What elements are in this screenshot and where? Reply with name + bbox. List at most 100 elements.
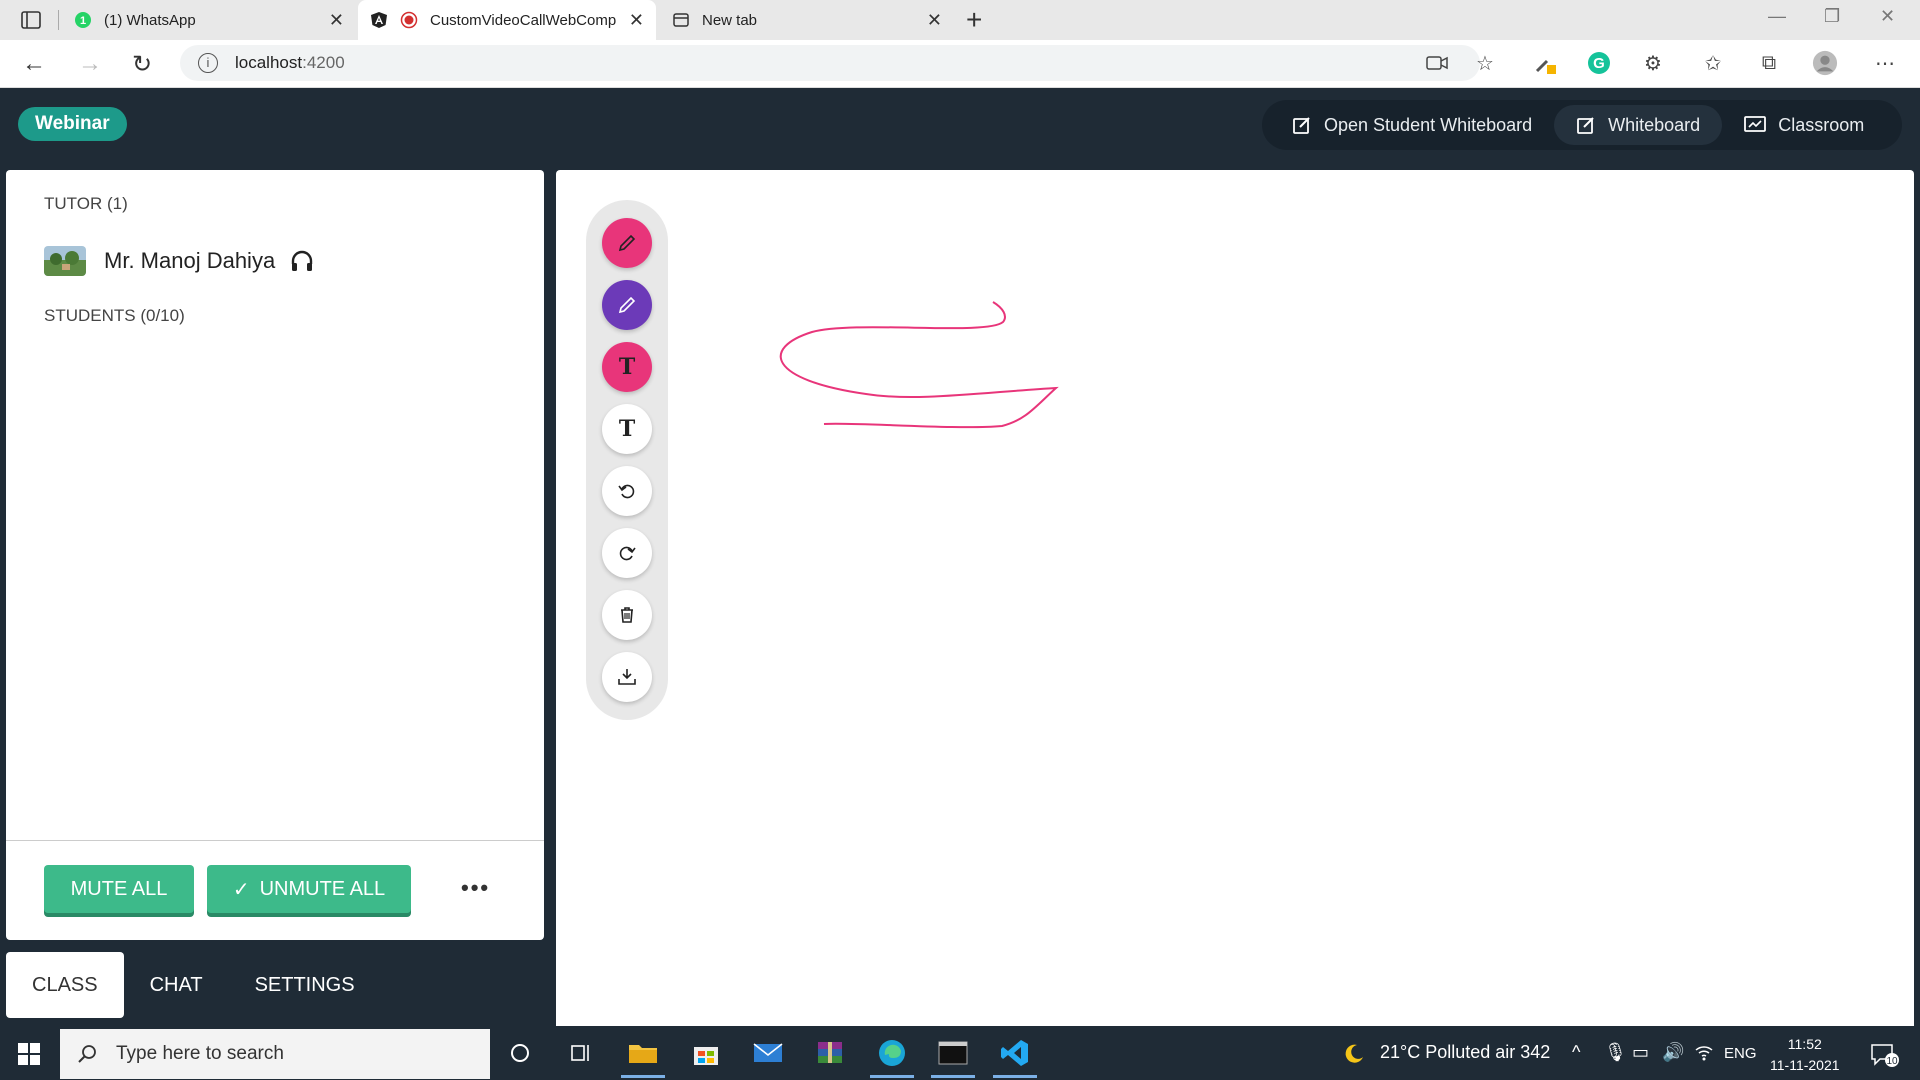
nav-whiteboard[interactable]: Whiteboard [1554, 105, 1723, 145]
close-icon[interactable]: ✕ [927, 10, 942, 31]
panel-footer: MUTE ALL ✓ UNMUTE ALL ••• [6, 840, 544, 940]
participants-panel: TUTOR (1) Mr. Manoj Dahiya STUDENTS (0/1… [6, 170, 544, 940]
windows-start-icon[interactable] [18, 1043, 40, 1065]
svg-text:G: G [1593, 55, 1605, 72]
whiteboard-canvas[interactable]: T T [556, 170, 1914, 1026]
vscode-icon[interactable] [993, 1038, 1037, 1078]
minimize-icon[interactable]: — [1768, 6, 1786, 27]
file-explorer-icon[interactable] [621, 1038, 665, 1078]
language-indicator[interactable]: ENG [1724, 1045, 1757, 1062]
add-favorite-icon[interactable]: ☆ [1472, 50, 1498, 76]
task-view-icon[interactable] [565, 1038, 597, 1068]
edit-icon [1293, 117, 1310, 134]
download-button[interactable] [602, 652, 652, 702]
browser-tabbar: 1 (1) WhatsApp ✕ CustomVideoCallWebComp … [0, 0, 1920, 40]
extensions-icon[interactable]: ⚙ [1640, 50, 1666, 76]
search-placeholder: Type here to search [116, 1043, 284, 1064]
classroom-icon [1744, 116, 1767, 132]
video-camera-icon[interactable] [1424, 50, 1450, 76]
info-icon[interactable]: i [198, 53, 218, 73]
tutor-item[interactable]: Mr. Manoj Dahiya [44, 246, 315, 276]
extension-eyedropper-icon[interactable] [1532, 50, 1558, 76]
edit-icon [1577, 117, 1594, 134]
tab-settings[interactable]: SETTINGS [229, 952, 381, 1018]
forward-icon[interactable]: → [78, 50, 102, 78]
avatar [44, 246, 86, 276]
unmute-all-button[interactable]: ✓ UNMUTE ALL [207, 865, 411, 913]
nav-open-student-whiteboard[interactable]: Open Student Whiteboard [1270, 105, 1554, 145]
show-hidden-icons[interactable]: ^ [1572, 1042, 1580, 1063]
students-section-label: STUDENTS (0/10) [44, 306, 185, 325]
weather-icon[interactable] [1342, 1042, 1366, 1071]
tab-actions-icon[interactable] [20, 10, 42, 30]
text-tool[interactable]: T [602, 404, 652, 454]
back-icon[interactable]: ← [22, 50, 46, 78]
more-menu-icon[interactable]: ⋯ [1872, 50, 1898, 76]
unmute-all-label: UNMUTE ALL [259, 877, 386, 900]
text-icon: T [618, 354, 636, 380]
close-icon[interactable]: ✕ [329, 10, 344, 31]
url-field[interactable]: i localhost:4200 [180, 45, 1480, 81]
weather-text[interactable]: 21°C Polluted air 342 [1380, 1042, 1550, 1063]
recording-icon [400, 11, 418, 29]
whatsapp-icon: 1 [74, 11, 92, 29]
window-close-icon[interactable]: ✕ [1880, 6, 1895, 27]
clock-time: 11:52 [1787, 1036, 1822, 1052]
mute-all-button[interactable]: MUTE ALL [44, 865, 194, 913]
tab-title: New tab [702, 11, 758, 29]
svg-text:1: 1 [80, 15, 86, 27]
restore-icon[interactable]: ❐ [1824, 6, 1840, 27]
microphone-icon[interactable]: 🎙 [1604, 1042, 1627, 1063]
battery-icon[interactable]: ▭ [1632, 1042, 1649, 1063]
url-text: localhost:4200 [235, 53, 345, 72]
edge-icon[interactable] [870, 1038, 914, 1078]
undo-icon [618, 484, 635, 499]
check-icon: ✓ [232, 878, 250, 901]
nav-classroom[interactable]: Classroom [1722, 105, 1886, 145]
tutor-section-label: TUTOR (1) [44, 194, 128, 213]
drawn-stroke [779, 301, 1059, 429]
terminal-icon[interactable] [931, 1038, 975, 1078]
favorites-icon[interactable]: ✩ [1700, 50, 1726, 76]
tab-newtab[interactable]: New tab ✕ [658, 0, 954, 40]
pencil-icon [618, 296, 636, 314]
cortana-icon[interactable] [504, 1038, 536, 1068]
close-icon[interactable]: ✕ [629, 10, 644, 31]
store-icon[interactable] [690, 1038, 722, 1068]
headphone-icon[interactable] [289, 248, 315, 274]
pen-pink-tool[interactable] [602, 218, 652, 268]
download-icon [618, 669, 636, 685]
windows-taskbar: Type here to search 21°C Polluted air 34… [0, 1026, 1920, 1080]
notifications-icon[interactable]: 10 [1870, 1042, 1900, 1073]
taskbar-search-input[interactable]: Type here to search [60, 1029, 490, 1079]
text-pink-tool[interactable]: T [602, 342, 652, 392]
clock-date: 11-11-2021 [1770, 1057, 1840, 1073]
volume-icon[interactable]: 🔊 [1662, 1042, 1684, 1063]
tab-title: CustomVideoCallWebComp [430, 11, 617, 29]
pen-purple-tool[interactable] [602, 280, 652, 330]
wifi-icon[interactable] [1694, 1042, 1714, 1067]
tab-title: (1) WhatsApp [104, 11, 196, 29]
angular-icon [370, 11, 388, 29]
more-options-icon[interactable]: ••• [461, 875, 490, 901]
tab-separator [58, 10, 59, 30]
winrar-icon[interactable] [814, 1038, 846, 1068]
newtab-icon [672, 11, 690, 29]
clock[interactable]: 11:52 11-11-2021 [1770, 1034, 1840, 1076]
drawing-toolbar: T T [586, 200, 668, 720]
collections-icon[interactable]: ⧉ [1756, 50, 1782, 76]
reload-icon[interactable]: ↻ [132, 50, 152, 79]
mail-icon[interactable] [752, 1038, 784, 1068]
tab-whatsapp[interactable]: 1 (1) WhatsApp ✕ [60, 0, 356, 40]
clear-button[interactable] [602, 590, 652, 640]
nav-label: Whiteboard [1608, 114, 1701, 135]
undo-button[interactable] [602, 466, 652, 516]
grammarly-icon[interactable]: G [1586, 50, 1612, 76]
tab-chat[interactable]: CHAT [124, 952, 229, 1018]
tab-class[interactable]: CLASS [6, 952, 124, 1018]
tab-customvideocall[interactable]: CustomVideoCallWebComp ✕ [358, 0, 656, 40]
new-tab-button[interactable]: + [966, 4, 982, 36]
redo-button[interactable] [602, 528, 652, 578]
redo-icon [619, 546, 636, 561]
profile-icon[interactable] [1812, 50, 1838, 76]
